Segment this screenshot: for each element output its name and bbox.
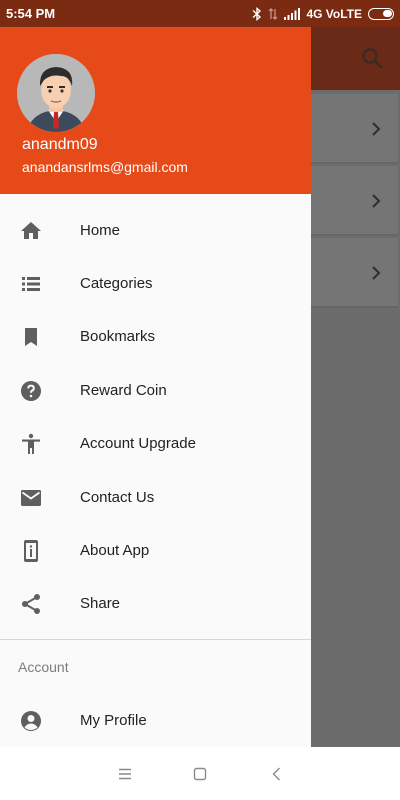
menu-item-account-upgrade[interactable]: Account Upgrade: [0, 417, 311, 470]
list-icon: [22, 276, 40, 291]
signal-icon: [284, 7, 301, 20]
menu-item-about-app[interactable]: About App: [0, 524, 311, 577]
menu-item-label: Home: [80, 222, 121, 239]
search-icon[interactable]: [360, 46, 384, 70]
system-nav-bar: [0, 747, 400, 800]
mail-icon: [21, 489, 41, 506]
status-icons: 4G VoLTE: [252, 7, 394, 21]
menu-item-label: Reward Coin: [80, 382, 167, 399]
section-label-account: Account: [18, 659, 69, 675]
account-circle-icon: [21, 710, 41, 731]
menu-item-label: Contact Us: [80, 489, 155, 506]
menu-item-label: Account Upgrade: [80, 435, 196, 452]
data-arrows-icon: [269, 7, 278, 20]
chevron-right-icon: [372, 266, 381, 280]
menu-item-bookmarks[interactable]: Bookmarks: [0, 310, 311, 363]
back-icon[interactable]: [269, 766, 285, 782]
navigation-drawer: anandm09 anandansrlms@gmail.com Home Cat…: [0, 27, 311, 747]
home-icon: [21, 221, 41, 239]
chevron-right-icon: [372, 194, 381, 208]
username: anandm09: [22, 136, 98, 153]
user-email: anandansrlms@gmail.com: [22, 159, 188, 175]
menu-item-contact-us[interactable]: Contact Us: [0, 471, 311, 524]
menu-item-label: Categories: [80, 275, 153, 292]
accessibility-icon: [22, 433, 40, 454]
avatar[interactable]: [17, 54, 95, 132]
avatar-illustration: [17, 54, 95, 132]
status-time: 5:54 PM: [6, 6, 56, 21]
menu-item-home[interactable]: Home: [0, 204, 311, 257]
help-icon: [21, 380, 41, 401]
network-label: 4G VoLTE: [306, 6, 362, 21]
menu-item-share[interactable]: Share: [0, 577, 311, 630]
menu-item-label: Bookmarks: [80, 328, 156, 345]
menu-item-label: About App: [80, 542, 150, 559]
phone-info-icon: [24, 539, 38, 562]
home-square-icon[interactable]: [192, 766, 208, 782]
drawer-divider: [0, 639, 311, 640]
chevron-right-icon: [372, 122, 381, 136]
menu-item-my-profile[interactable]: My Profile: [0, 694, 311, 747]
menu-item-label: Share: [80, 595, 121, 612]
menu-item-categories[interactable]: Categories: [0, 257, 311, 310]
bookmark-icon: [25, 327, 37, 346]
share-icon: [22, 593, 40, 614]
drawer-header: anandm09 anandansrlms@gmail.com: [0, 27, 311, 194]
menu-item-label: My Profile: [80, 712, 147, 729]
battery-icon: [368, 7, 394, 20]
menu-icon[interactable]: [117, 766, 133, 782]
bluetooth-icon: [252, 6, 262, 21]
menu-item-reward-coin[interactable]: Reward Coin: [0, 364, 311, 417]
status-bar: 5:54 PM 4G VoLTE: [0, 0, 400, 27]
